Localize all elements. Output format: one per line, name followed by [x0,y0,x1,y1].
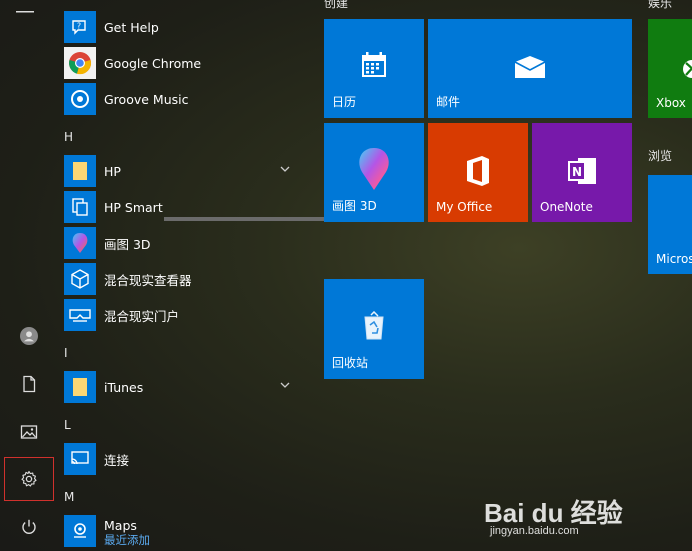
power-icon [22,519,36,534]
tile-label: 回收站 [332,356,369,370]
app-mixed-reality-viewer[interactable]: 混合现实查看器 [64,262,300,296]
onenote-icon: N [568,158,596,184]
app-google-chrome[interactable]: Google Chrome [64,46,300,80]
group-title-play[interactable]: 娱乐 [648,0,672,11]
help-icon: ? [64,11,96,43]
picture-icon [20,425,38,439]
settings-button[interactable] [4,457,54,501]
app-list: ? Get Help Google Chrome Groove Music H [60,0,358,551]
app-label: 画图 3D [104,236,151,252]
tile-mail[interactable]: 邮件 [428,19,632,118]
tile-calendar[interactable]: 日历 [324,19,424,118]
section-letter-i[interactable]: I [64,346,68,360]
tile-label: OneNote [540,200,593,214]
watermark-url: jingyan.baidu.com [490,525,579,537]
paint3d-icon [359,148,389,190]
tile-xbox[interactable]: Xbox [648,19,692,118]
section-letter-m[interactable]: M [64,490,74,504]
app-maps[interactable]: Maps [64,514,300,548]
app-label: Maps [104,517,137,533]
app-folder-itunes[interactable]: iTunes [64,370,300,404]
recycle-bin-icon [364,311,384,340]
app-paint-3d[interactable]: 画图 3D [64,226,300,260]
svg-text:N: N [572,165,582,179]
calendar-icon [362,52,386,77]
group-title-browse[interactable]: 浏览 [648,147,672,164]
tile-label: Micros [656,252,692,266]
start-rail [0,0,54,551]
user-avatar-icon [20,327,38,345]
tile-recycle-bin[interactable]: 回收站 [324,279,424,379]
tile-label: My Office [436,200,493,214]
maps-icon [64,515,96,547]
app-get-help[interactable]: ? Get Help [64,10,300,44]
xbox-icon [683,60,692,78]
user-account-button[interactable] [4,314,54,358]
recently-added-label: 最近添加 [104,533,150,547]
groove-music-icon [64,83,96,115]
menu-icon[interactable] [16,0,34,13]
app-groove-music[interactable]: Groove Music [64,82,300,116]
pictures-button[interactable] [4,410,54,454]
baidu-watermark: Bai du 经验 jingyan.baidu.com [484,493,654,543]
tile-paint-3d[interactable]: 画图 3D [324,123,424,222]
app-mixed-reality-portal[interactable]: 混合现实门户 [64,298,300,332]
section-letter-h[interactable]: H [64,130,73,144]
group-title-create[interactable]: 创建 [324,0,348,11]
gear-icon [21,470,37,487]
chevron-down-icon [280,382,290,388]
cube-icon [64,263,96,295]
tile-my-office[interactable]: My Office [428,123,528,222]
app-folder-hp[interactable]: HP [64,154,300,188]
documents-button[interactable] [4,362,54,406]
tile-onenote[interactable]: N OneNote [532,123,632,222]
connect-icon [64,443,96,475]
app-label: HP Smart [104,199,163,215]
tile-label: 日历 [332,95,357,109]
app-label: 混合现实门户 [104,308,180,324]
office-icon [467,156,489,186]
app-label: Get Help [104,19,159,35]
app-label: 混合现实查看器 [104,272,192,288]
tile-label: Xbox [656,96,686,110]
mail-icon [514,56,546,78]
chevron-down-icon [280,166,290,172]
folder-icon [64,155,96,187]
document-icon [23,375,36,393]
app-connect[interactable]: 连接 [64,442,300,476]
app-label: HP [104,163,121,179]
app-label: 连接 [104,452,130,468]
hp-smart-icon [64,191,96,223]
tile-label: 邮件 [436,95,461,109]
power-button[interactable] [4,505,54,549]
headset-icon [64,299,96,331]
svg-text:?: ? [77,22,81,31]
tile-microsoft-edge[interactable]: Micros [648,175,692,274]
tile-label: 画图 3D [332,199,377,213]
paint3d-icon [64,227,96,259]
app-label: Google Chrome [104,55,202,71]
chrome-icon [64,47,96,79]
app-label: Groove Music [104,91,189,107]
app-label: iTunes [104,379,144,395]
folder-icon [64,371,96,403]
section-letter-l[interactable]: L [64,418,71,432]
